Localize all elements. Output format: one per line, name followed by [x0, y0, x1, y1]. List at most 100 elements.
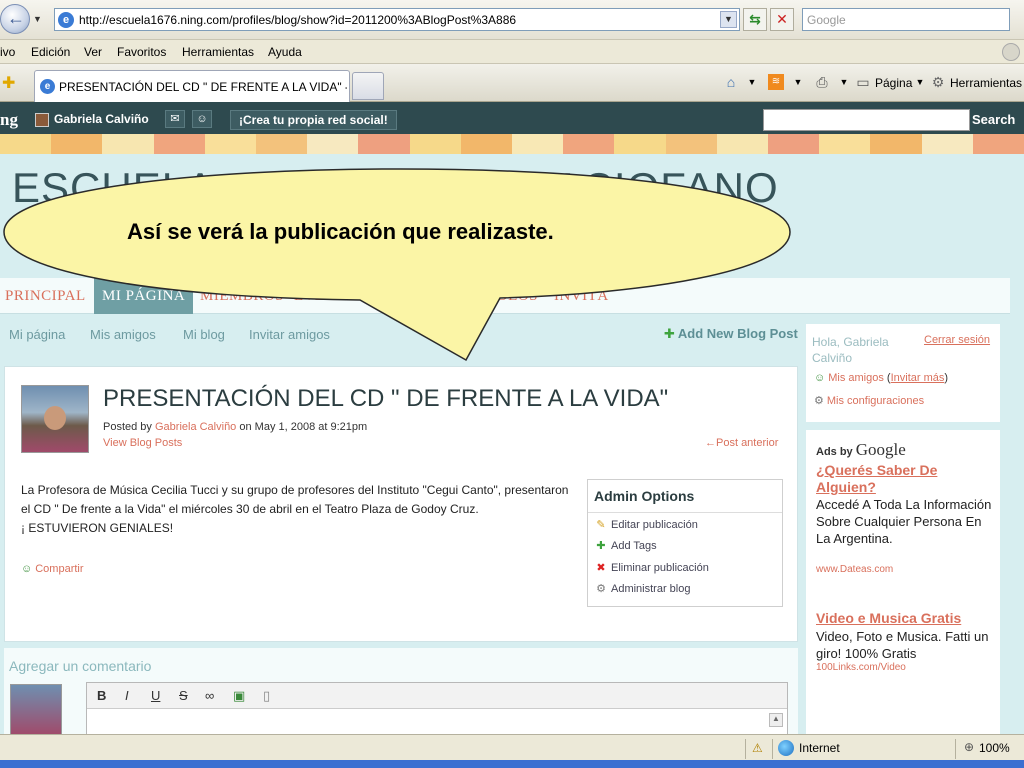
ning-user-link[interactable]: Gabriela Calviño [54, 112, 149, 126]
tools-menu-button[interactable]: Herramientas [950, 76, 1022, 90]
document-icon[interactable]: ▯ [263, 688, 270, 704]
share-link[interactable]: ☺ Compartir [21, 563, 84, 575]
comment-editor[interactable]: B I U S ∞ ▣ ▯ ▲ [86, 682, 788, 734]
menu-bar: ivo Edición Ver Favoritos Herramientas A… [0, 40, 1024, 64]
home-dropdown-icon[interactable]: ▼ [744, 74, 760, 90]
pencil-icon: ✎ [596, 519, 606, 531]
delete-post-link[interactable]: ✖ Eliminar publicación [594, 561, 709, 574]
gear-icon: ⚙ [931, 74, 945, 90]
people-icon[interactable]: ☺ [192, 110, 212, 128]
stop-button[interactable]: ✕ [770, 8, 794, 31]
rss-dropdown-icon[interactable]: ▼ [790, 74, 806, 90]
settings-link[interactable]: Mis configuraciones [827, 395, 924, 407]
divider [745, 739, 746, 759]
tab-active[interactable]: e PRESENTACIÓN DEL CD " DE FRENTE A LA V… [34, 70, 350, 102]
ad1-title-link[interactable]: ¿Querés Saber De Alguien? [816, 462, 996, 496]
menu-archivo[interactable]: ivo [0, 45, 15, 59]
strike-button[interactable]: S [179, 688, 188, 703]
security-zone[interactable]: Internet [799, 741, 840, 755]
view-blog-posts-link[interactable]: View Blog Posts [103, 437, 182, 449]
blog-post-panel: PRESENTACIÓN DEL CD " DE FRENTE A LA VID… [4, 366, 798, 642]
menu-favoritos[interactable]: Favoritos [117, 45, 166, 59]
post-paragraph: La Profesora de Música Cecilia Tucci y s… [21, 483, 569, 516]
history-dropdown-button[interactable]: ▼ [33, 14, 42, 24]
author-link[interactable]: Gabriela Calviño [155, 421, 236, 433]
security-warning-icon[interactable]: ⚠ [752, 741, 763, 755]
google-brand: Google [855, 440, 906, 459]
invite-more-link[interactable]: Invitar más [891, 372, 945, 384]
delete-post-label: Eliminar publicación [611, 562, 709, 574]
print-dropdown-icon[interactable]: ▼ [836, 74, 852, 90]
delete-x-icon: ✖ [596, 562, 606, 574]
page-dropdown-icon[interactable]: ▼ [912, 74, 928, 90]
ning-search-button[interactable]: Search [972, 112, 1015, 127]
underline-button[interactable]: U [151, 688, 160, 703]
divider [588, 512, 782, 513]
zoom-level[interactable]: 100% [979, 741, 1010, 755]
ad2-text: Video, Foto e Musica. Fatti un giro! 100… [816, 629, 989, 661]
settings-row: ⚙ Mis configuraciones [814, 394, 924, 407]
page-icon: ▭ [856, 74, 870, 90]
ad2-url[interactable]: 100Links.com/Video [816, 662, 906, 673]
rss-icon[interactable]: ≋ [768, 74, 784, 90]
back-button[interactable] [0, 4, 30, 34]
internet-zone-icon [778, 740, 794, 756]
home-icon[interactable]: ⌂ [723, 74, 739, 90]
ning-logo[interactable]: ng [0, 110, 18, 130]
post-date: on May 1, 2008 at 9:21pm [239, 421, 368, 433]
add-tags-link[interactable]: ✚ Add Tags [594, 539, 657, 552]
menu-edicion[interactable]: Edición [31, 45, 70, 59]
ads-by-google[interactable]: Ads by Google [816, 440, 906, 460]
editor-scroll-up[interactable]: ▲ [769, 713, 783, 727]
url-field[interactable]: e http://escuela1676.ning.com/profiles/b… [54, 8, 740, 31]
gear-icon: ⚙ [596, 583, 606, 595]
link-icon[interactable]: ∞ [205, 688, 214, 703]
search-placeholder: Google [807, 13, 846, 27]
create-network-button[interactable]: ¡Crea tu propia red social! [230, 110, 397, 130]
manage-blog-label: Administrar blog [611, 583, 691, 595]
ad2-title-link[interactable]: Video e Musica Gratis [816, 610, 996, 627]
windows-logo-icon [1002, 43, 1020, 61]
tab-title: PRESENTACIÓN DEL CD " DE FRENTE A LA VID… [59, 80, 347, 94]
ning-search-input[interactable] [763, 109, 970, 131]
zoom-icon: ⊕ [964, 740, 975, 754]
my-friends-link[interactable]: Mis amigos [828, 372, 884, 384]
posted-by-label: Posted by [103, 421, 152, 433]
add-tags-label: Add Tags [611, 540, 657, 552]
admin-options-box: Admin Options ✎ Editar publicación ✚ Add T… [587, 479, 783, 607]
print-icon[interactable]: ⎙ [814, 74, 830, 90]
divider [772, 739, 773, 759]
menu-herramientas[interactable]: Herramientas [182, 45, 254, 59]
image-icon[interactable]: ▣ [233, 688, 245, 704]
menu-ver[interactable]: Ver [84, 45, 102, 59]
favorites-star-icon[interactable]: ✚ [2, 73, 15, 93]
refresh-button[interactable]: ⇆ [743, 8, 767, 31]
ie-tab-icon: e [40, 79, 55, 94]
paren-close: ) [944, 372, 949, 384]
edit-post-link[interactable]: ✎ Editar publicación [594, 518, 697, 531]
address-toolbar: ▼ e http://escuela1676.ning.com/profiles… [0, 0, 1024, 40]
author-avatar[interactable] [21, 385, 89, 453]
ie-page-icon: e [58, 12, 74, 28]
post-title: PRESENTACIÓN DEL CD " DE FRENTE A LA VID… [103, 385, 669, 412]
manage-blog-link[interactable]: ⚙ Administrar blog [594, 582, 690, 595]
user-avatar-small[interactable] [35, 113, 49, 127]
italic-button[interactable]: I [125, 688, 129, 703]
page-menu-button[interactable]: Página [875, 76, 912, 90]
bold-button[interactable]: B [97, 688, 106, 703]
new-tab-button[interactable] [352, 72, 384, 100]
ad1-url[interactable]: www.Dateas.com [816, 564, 893, 575]
url-dropdown-button[interactable]: ▼ [720, 11, 737, 28]
mail-icon[interactable]: ✉ [165, 110, 185, 128]
search-input[interactable]: Google [802, 8, 1010, 31]
url-text[interactable]: http://escuela1676.ning.com/profiles/blo… [79, 13, 516, 27]
share-icon: ☺ [21, 563, 33, 575]
tab-bar: ✚ e PRESENTACIÓN DEL CD " DE FRENTE A LA… [0, 64, 1024, 102]
logout-link[interactable]: Cerrar sesión [924, 334, 990, 346]
comment-section: Agregar un comentario B I U S ∞ ▣ ▯ ▲ [4, 648, 798, 734]
post-body: La Profesora de Música Cecilia Tucci y s… [21, 481, 571, 538]
menu-ayuda[interactable]: Ayuda [268, 45, 302, 59]
post-meta: Posted by Gabriela Calviño on May 1, 200… [103, 421, 367, 433]
previous-post-link[interactable]: ←Post anterior [705, 437, 778, 449]
ads-box: Ads by Google ¿Querés Saber De Alguien? … [806, 430, 1000, 734]
